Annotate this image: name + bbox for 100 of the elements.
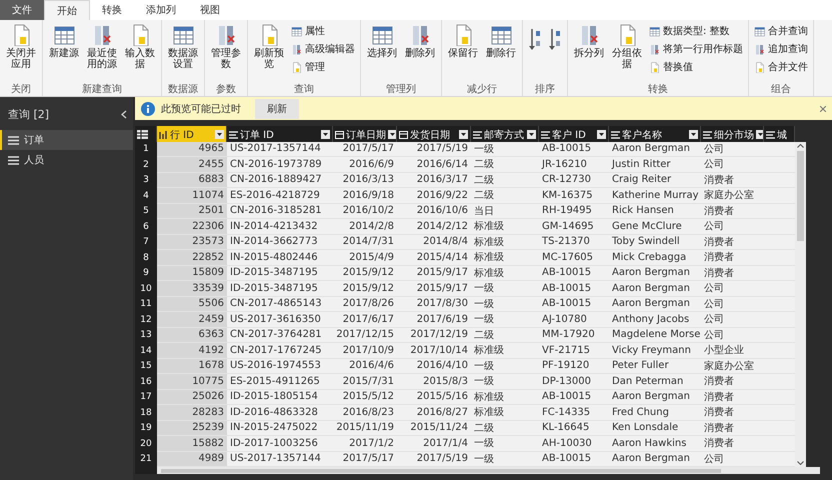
ribbon-button[interactable]: 新建源	[46, 23, 82, 60]
ribbon-button[interactable]: 删除列	[402, 23, 438, 60]
filter-dropdown-button[interactable]	[597, 130, 606, 139]
ribbon-tab[interactable]: 开始	[44, 0, 90, 20]
column-header[interactable]: 细分市场	[701, 126, 764, 143]
ribbon-button[interactable]: 追加查询	[752, 41, 810, 57]
table-cell: 消费者	[701, 234, 764, 250]
table-cell: 标准级	[471, 266, 539, 281]
document-icon	[754, 62, 765, 72]
ribbon-button[interactable]: 数据源设置	[165, 23, 201, 71]
column-header[interactable]: 发货日期	[397, 126, 471, 143]
table-cell: 2014/2/12	[397, 219, 471, 234]
file-menu-tab[interactable]: 文件	[0, 0, 44, 20]
ribbon-button[interactable]: 选择列	[364, 23, 400, 60]
table-cell: 2015/5/16	[397, 390, 471, 405]
ribbon-button[interactable]: 删除行	[483, 23, 519, 60]
ribbon-button[interactable]: 刷新预览	[251, 23, 287, 71]
scrollbar-thumb[interactable]	[797, 150, 804, 240]
table-cell: Aaron Bergman	[609, 281, 701, 296]
column-header[interactable]: 邮寄方式	[471, 126, 539, 143]
chevron-up-icon	[797, 144, 804, 148]
filter-dropdown-button[interactable]	[527, 130, 536, 139]
table-cell: 2016/9/22	[397, 188, 471, 204]
filter-dropdown-button[interactable]	[388, 130, 396, 139]
ribbon-tab[interactable]: 转换	[90, 0, 134, 20]
column-header[interactable]: 客户 ID	[539, 126, 609, 143]
select-all-corner[interactable]	[135, 126, 157, 143]
ribbon-button[interactable]: 替换值	[647, 59, 745, 75]
ribbon-tab[interactable]: 视图	[188, 0, 232, 20]
column-header[interactable]: 行 ID	[157, 126, 227, 143]
ribbon-button[interactable]: 属性	[289, 23, 357, 39]
table-cell: 消费者	[701, 204, 764, 219]
filter-dropdown-button[interactable]	[459, 130, 468, 139]
table-cell: KL-16645	[539, 420, 609, 436]
table-cell: KM-16375	[539, 188, 609, 204]
columns-icon	[754, 44, 765, 54]
caret-icon	[529, 133, 534, 136]
ribbon-button[interactable]: 输入数据	[122, 23, 158, 71]
table-cell: Justin Ritter	[609, 157, 701, 172]
filter-dropdown-button[interactable]	[215, 130, 224, 139]
ribbon-tab[interactable]: 添加列	[134, 0, 188, 20]
column-header[interactable]: 客户名称	[609, 126, 701, 143]
table-cell: 消费者	[701, 172, 764, 188]
table-cell: US-2017-1357144	[227, 142, 333, 157]
text-type-icon	[229, 130, 238, 140]
table-cell: ES-2016-4218729	[227, 188, 333, 204]
ribbon-button[interactable]: 管理参数	[208, 23, 244, 71]
caret-icon	[323, 133, 328, 136]
ribbon-button[interactable]: 管理	[289, 59, 357, 75]
ribbon-button[interactable]: 合并文件	[752, 59, 810, 75]
table-cell: CN-2017-4865143	[227, 296, 333, 312]
table-cell: 2015/9/12	[333, 266, 397, 281]
table-cell: Toby Swindell	[609, 234, 701, 250]
table-cell: 2017/5/17	[333, 452, 397, 467]
columns-icon	[649, 44, 660, 54]
ribbon-button[interactable]: 分组依据	[609, 23, 645, 71]
ribbon-button[interactable]: 将第一行用作标题	[647, 41, 745, 57]
column-header[interactable]: 城	[764, 126, 795, 143]
ribbon-button[interactable]: 最近使用的源	[84, 23, 120, 71]
table-cell: 2016/10/6	[397, 204, 471, 219]
table-cell: 33539	[157, 281, 227, 296]
row-number: 4	[135, 188, 157, 204]
query-item[interactable]: 人员	[0, 150, 133, 170]
ribbon-button[interactable]: 高级编辑器	[289, 41, 357, 57]
ribbon-button[interactable]: 合并查询	[752, 23, 810, 39]
close-button[interactable]	[820, 106, 826, 112]
table-cell: Mick Crebagga	[609, 250, 701, 266]
table-cell: 2017/12/19	[397, 328, 471, 343]
column-header[interactable]: 订单日期	[333, 126, 397, 143]
ribbon-button[interactable]: 关闭并应用	[3, 23, 39, 71]
filter-dropdown-button[interactable]	[321, 130, 330, 139]
table-cell: RH-19495	[539, 204, 609, 219]
table-cell: 2014/2/8	[333, 219, 397, 234]
table-cell: IN-2015-4802446	[227, 250, 333, 266]
column-header[interactable]: 订单 ID	[227, 126, 333, 143]
row-number: 8	[135, 250, 157, 266]
chevron-left-icon	[121, 110, 127, 119]
collapse-button[interactable]	[121, 110, 127, 119]
ribbon-button[interactable]: 保留行	[445, 23, 481, 60]
group-label: 查询	[293, 83, 315, 96]
table-cell: 标准级	[471, 250, 539, 266]
table-cell: 23573	[157, 234, 227, 250]
table-cell: 消费者	[701, 374, 764, 390]
table-cell: Aaron Bergman	[609, 266, 701, 281]
filter-dropdown-button[interactable]	[756, 130, 763, 139]
ribbon-button[interactable]: 拆分列	[571, 23, 607, 60]
table-cell: CR-12730	[539, 172, 609, 188]
table-cell: CN-2016-1889427	[227, 172, 333, 188]
row-number: 17	[135, 390, 157, 405]
table-cell: AJ-10780	[539, 312, 609, 328]
ribbon-button[interactable]: 数据类型: 整数	[647, 23, 745, 39]
query-item[interactable]: 订单	[0, 130, 133, 150]
table-cell: Anthony Jacobs	[609, 312, 701, 328]
table-cell: 二级	[471, 172, 539, 188]
scrollbar-thumb[interactable]	[161, 468, 721, 472]
table-cell: ID-2016-4863328	[227, 405, 333, 420]
table-cell: 2017/5/19	[397, 452, 471, 467]
refresh-button[interactable]: 刷新	[255, 98, 299, 118]
filter-dropdown-button[interactable]	[689, 130, 698, 139]
caret-icon	[217, 133, 222, 136]
